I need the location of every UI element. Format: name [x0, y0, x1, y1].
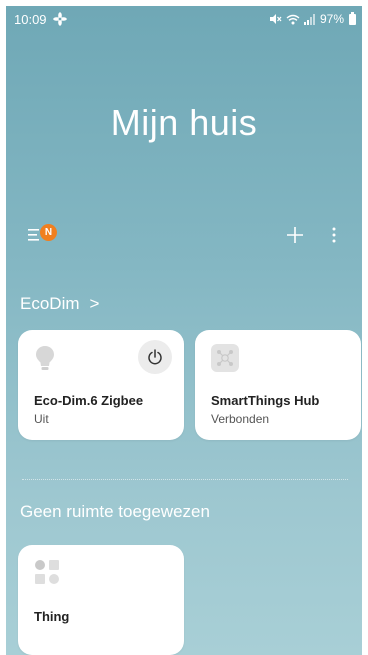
room-name: EcoDim — [20, 294, 80, 313]
status-left: 10:09 — [14, 12, 67, 27]
wifi-icon — [286, 14, 300, 25]
toolbar: N — [6, 218, 362, 254]
battery-icon — [349, 11, 356, 25]
device-name: SmartThings Hub — [211, 393, 320, 408]
device-status: Uit — [34, 412, 49, 426]
add-button[interactable] — [284, 224, 306, 246]
hub-icon — [211, 344, 239, 377]
room-header-ecodim[interactable]: EcoDim > — [20, 294, 99, 314]
notification-badge: N — [40, 224, 57, 241]
mute-icon — [269, 13, 282, 25]
more-options-button[interactable] — [326, 224, 342, 246]
chevron-right-icon: > — [89, 294, 100, 313]
fan-icon — [52, 12, 67, 26]
status-time: 10:09 — [14, 11, 47, 27]
device-card-smartthings-hub[interactable]: SmartThings Hub Verbonden — [195, 330, 361, 440]
more-vert-icon — [332, 227, 336, 243]
thing-icon — [34, 559, 60, 590]
device-name: Thing — [34, 609, 70, 624]
page-title: Mijn huis — [110, 102, 258, 143]
section-divider — [22, 479, 348, 480]
signal-icon — [303, 13, 316, 25]
menu-button[interactable]: N — [28, 224, 57, 248]
device-name: Eco-Dim.6 Zigbee — [34, 393, 144, 408]
plus-icon — [287, 227, 303, 243]
status-right: 97% — [269, 11, 356, 26]
bulb-icon — [34, 344, 56, 377]
power-button[interactable] — [138, 340, 172, 374]
device-card-thing[interactable]: Thing — [18, 545, 184, 655]
status-bar: 10:09 97% — [6, 6, 362, 32]
unassigned-section-title: Geen ruimte toegewezen — [20, 502, 210, 521]
power-icon — [148, 349, 162, 365]
battery-percent: 97% — [319, 12, 344, 26]
device-status: Verbonden — [211, 412, 270, 426]
device-card-eco-dim[interactable]: Eco-Dim.6 Zigbee Uit — [18, 330, 184, 440]
home-screen: 10:09 97% Mijn huis N EcoDim > Eco-Dim.6… — [6, 6, 362, 655]
